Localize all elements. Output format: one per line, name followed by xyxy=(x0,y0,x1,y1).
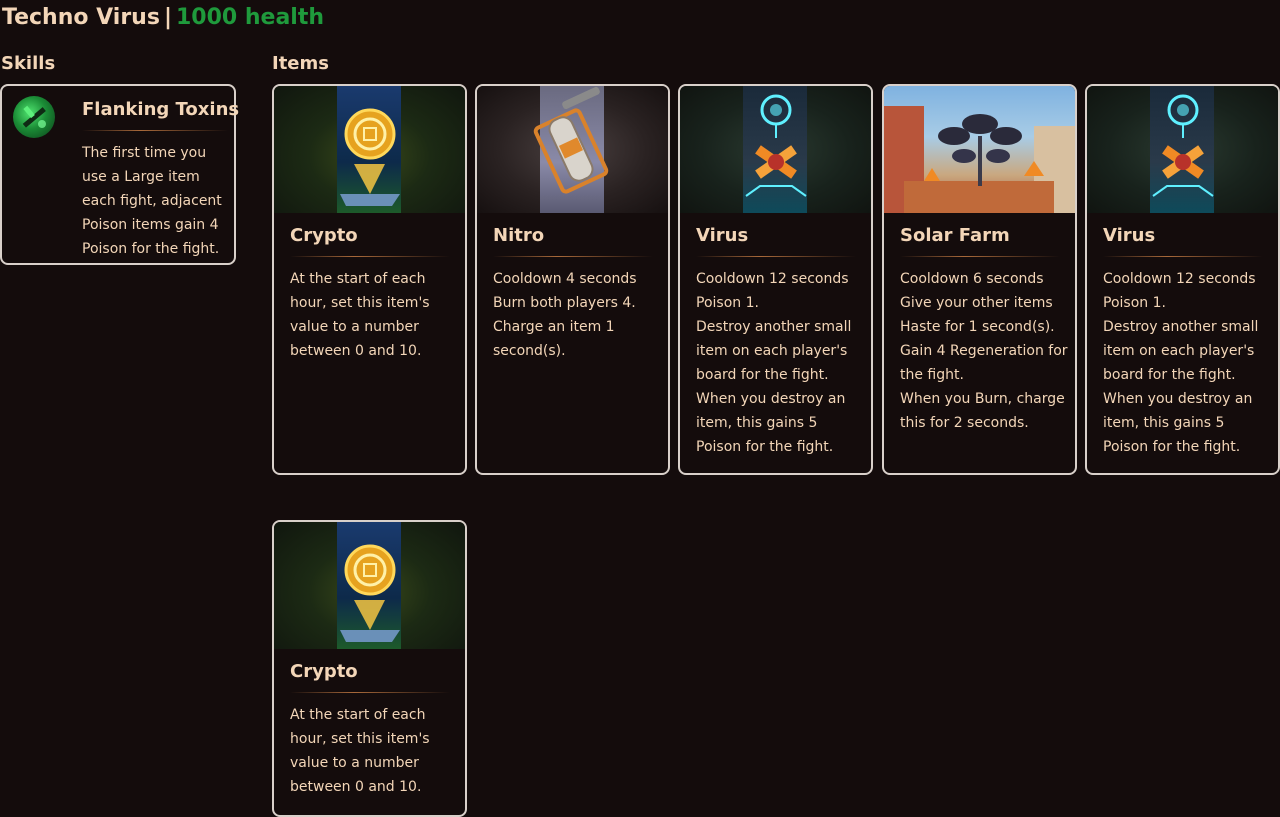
item-title: Nitro xyxy=(493,225,545,246)
title-separator: | xyxy=(163,5,172,30)
item-description-line: Burn both players 4. xyxy=(493,295,636,311)
item-description-line: Cooldown 6 seconds xyxy=(900,271,1044,287)
item-description-line: When you destroy an item, this gains 5 P… xyxy=(696,391,846,455)
item-description-line: At the start of each hour, set this item… xyxy=(290,271,430,359)
item-description-line: Cooldown 4 seconds xyxy=(493,271,637,287)
item-card-crypto[interactable]: Crypto At the start of each hour, set th… xyxy=(272,520,467,817)
nitro-tank-art xyxy=(477,86,668,213)
item-title: Virus xyxy=(1103,225,1156,246)
item-description: Cooldown 12 seconds Poison 1. Destroy an… xyxy=(696,267,866,459)
virus-chip-art xyxy=(680,86,871,213)
crypto-coin-art xyxy=(274,86,465,213)
item-description-line: Destroy another small item on each playe… xyxy=(1103,319,1259,383)
item-card-virus[interactable]: Virus Cooldown 12 seconds Poison 1. Dest… xyxy=(1085,84,1280,475)
item-description: At the start of each hour, set this item… xyxy=(290,267,460,363)
item-description-line: Cooldown 12 seconds xyxy=(1103,271,1256,287)
item-card-crypto[interactable]: Crypto At the start of each hour, set th… xyxy=(272,84,467,475)
item-description-line: Charge an item 1 second(s). xyxy=(493,319,615,359)
item-description-line: When you Burn, charge this for 2 seconds… xyxy=(900,391,1065,431)
item-divider xyxy=(696,256,856,257)
skill-description: The first time you use a Large item each… xyxy=(82,145,222,257)
item-description-line: Poison 1. xyxy=(1103,295,1166,311)
skill-title: Flanking Toxins xyxy=(82,99,240,120)
item-title: Solar Farm xyxy=(900,225,1010,246)
skill-divider xyxy=(82,130,228,131)
item-divider xyxy=(290,256,450,257)
item-description-line: Gain 4 Regeneration for the fight. xyxy=(900,343,1068,383)
item-title: Crypto xyxy=(290,661,358,682)
health-value: 1000 health xyxy=(175,5,325,30)
skill-card[interactable]: Flanking Toxins The first time you use a… xyxy=(0,84,240,265)
item-description: Cooldown 12 seconds Poison 1. Destroy an… xyxy=(1103,267,1273,459)
skills-heading: Skills xyxy=(1,53,56,74)
item-description-line: Give your other items Haste for 1 second… xyxy=(900,295,1055,335)
item-description: Cooldown 6 seconds Give your other items… xyxy=(900,267,1070,435)
item-description: At the start of each hour, set this item… xyxy=(290,703,460,799)
item-description-line: Cooldown 12 seconds xyxy=(696,271,849,287)
item-description-line: Poison 1. xyxy=(696,295,759,311)
monster-name: Techno Virus xyxy=(2,5,160,30)
poison-dagger-icon xyxy=(13,96,55,138)
crypto-coin-art xyxy=(274,522,465,649)
item-card-solar-farm[interactable]: Solar Farm Cooldown 6 seconds Give your … xyxy=(882,84,1077,475)
solar-farm-art xyxy=(884,86,1075,213)
item-title: Virus xyxy=(696,225,749,246)
item-description-line: Destroy another small item on each playe… xyxy=(696,319,852,383)
items-heading: Items xyxy=(272,53,329,74)
item-divider xyxy=(290,692,450,693)
item-card-nitro[interactable]: Nitro Cooldown 4 seconds Burn both playe… xyxy=(475,84,670,475)
item-description: Cooldown 4 seconds Burn both players 4. … xyxy=(493,267,663,363)
item-title: Crypto xyxy=(290,225,358,246)
item-card-virus[interactable]: Virus Cooldown 12 seconds Poison 1. Dest… xyxy=(678,84,873,475)
item-divider xyxy=(493,256,653,257)
virus-chip-art xyxy=(1087,86,1278,213)
item-divider xyxy=(1103,256,1263,257)
item-description-line: When you destroy an item, this gains 5 P… xyxy=(1103,391,1253,455)
page-title: Techno Virus | 1000 health xyxy=(2,3,324,33)
item-description-line: At the start of each hour, set this item… xyxy=(290,707,430,795)
item-divider xyxy=(900,256,1060,257)
